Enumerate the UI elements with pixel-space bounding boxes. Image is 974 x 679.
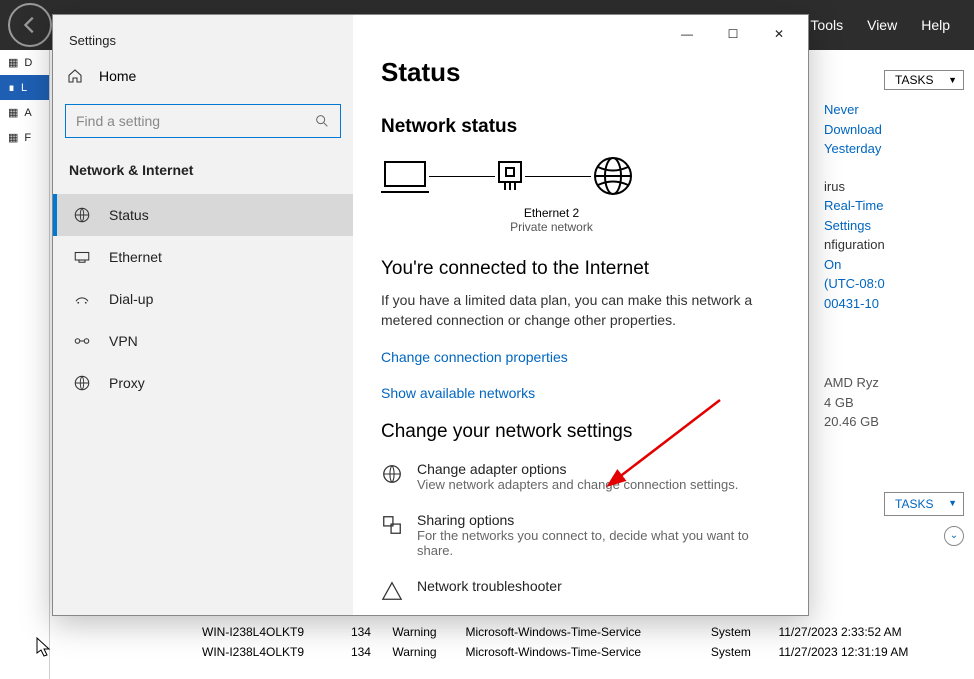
bg-label: nfiguration (824, 235, 964, 255)
nav-proxy[interactable]: Proxy (53, 362, 353, 404)
nav-label: Proxy (109, 375, 145, 391)
section-heading: Network status (381, 116, 778, 138)
option-desc: For the networks you connect to, decide … (417, 528, 778, 558)
nav-ethernet[interactable]: Ethernet (53, 236, 353, 278)
nav-label: Dial-up (109, 291, 153, 307)
bg-link[interactable]: (UTC-08:0 (824, 274, 964, 294)
bg-spec: AMD Ryz (824, 373, 964, 393)
bg-link[interactable]: On (824, 255, 964, 275)
bg-link[interactable]: Never (824, 100, 964, 120)
nav-dialup[interactable]: Dial-up (53, 278, 353, 320)
dialup-icon (73, 290, 91, 308)
back-button[interactable] (8, 3, 52, 47)
bg-label: irus (824, 177, 964, 197)
bg-link[interactable]: Download (824, 120, 964, 140)
event-log: WIN-I238L4OLKT9134WarningMicrosoft-Windo… (200, 621, 964, 671)
settings-nav: Status Ethernet Dial-up VPN Proxy (53, 194, 353, 404)
mouse-cursor (36, 637, 54, 659)
home-icon (67, 68, 83, 84)
computer-icon (381, 158, 429, 194)
status-body: If you have a limited data plan, you can… (381, 290, 778, 331)
bg-links: Never Download Yesterday irus Real-Time … (824, 100, 964, 556)
option-troubleshoot[interactable]: Network troubleshooter (381, 578, 778, 602)
option-desc: View network adapters and change connect… (417, 477, 738, 492)
option-sharing[interactable]: Sharing options For the networks you con… (381, 512, 778, 558)
bg-menu: Tools View Help (810, 17, 974, 33)
category-heading: Network & Internet (53, 162, 353, 194)
bg-right-panel: TASKS Never Download Yesterday irus Real… (824, 70, 964, 659)
status-heading: You're connected to the Internet (381, 258, 778, 280)
nav-status[interactable]: Status (53, 194, 353, 236)
home-link[interactable]: Home (53, 68, 353, 104)
expand-circle[interactable]: ⌄ (944, 526, 964, 546)
search-icon (314, 113, 330, 129)
tasks-dropdown[interactable]: TASKS (884, 492, 964, 516)
page-title: Status (381, 57, 778, 88)
menu-help[interactable]: Help (921, 17, 950, 33)
show-networks-link[interactable]: Show available networks (381, 385, 778, 401)
change-connection-link[interactable]: Change connection properties (381, 349, 778, 365)
adapter-icon (495, 158, 525, 194)
window-title: Settings (69, 33, 116, 48)
tasks-dropdown[interactable]: TASKS (884, 70, 964, 90)
bg-link[interactable]: Yesterday (824, 139, 964, 159)
bg-left-nav: ▦ D ∎ L ▦ A ▦ F (0, 50, 50, 679)
bg-left-item[interactable]: ▦ D (0, 50, 49, 75)
ethernet-icon (73, 248, 91, 266)
option-title: Change adapter options (417, 461, 738, 477)
globe-icon (591, 154, 635, 198)
option-adapter[interactable]: Change adapter options View network adap… (381, 461, 778, 492)
settings-main: Status Network status Ethernet 2 Private… (353, 15, 808, 615)
menu-view[interactable]: View (867, 17, 897, 33)
option-title: Sharing options (417, 512, 778, 528)
bg-spec: 4 GB (824, 393, 964, 413)
proxy-icon (73, 374, 91, 392)
status-icon (73, 206, 91, 224)
nav-label: Status (109, 207, 149, 223)
bg-link[interactable]: Settings (824, 216, 964, 236)
bg-left-item[interactable]: ∎ L (0, 75, 49, 100)
search-input[interactable] (76, 113, 314, 129)
table-row[interactable]: WIN-I238L4OLKT9134WarningMicrosoft-Windo… (202, 643, 962, 661)
bg-link[interactable]: Real-Time (824, 196, 964, 216)
bg-left-item[interactable]: ▦ F (0, 125, 49, 150)
settings-window: — ☐ ✕ Settings Home Network & Internet S… (52, 14, 809, 616)
bg-link[interactable]: 00431-10 (824, 294, 964, 314)
adapter-label: Ethernet 2 Private network (469, 206, 634, 234)
vpn-icon (73, 332, 91, 350)
nav-label: Ethernet (109, 249, 162, 265)
sharing-icon (381, 514, 403, 536)
table-row[interactable]: WIN-I238L4OLKT9134WarningMicrosoft-Windo… (202, 623, 962, 641)
network-diagram (381, 154, 778, 198)
bg-spec: 20.46 GB (824, 412, 964, 432)
bg-left-item[interactable]: ▦ A (0, 100, 49, 125)
warning-icon (381, 580, 403, 602)
settings-sidebar: Settings Home Network & Internet Status … (53, 15, 353, 615)
home-label: Home (99, 68, 136, 84)
globe-icon (381, 463, 403, 485)
option-title: Network troubleshooter (417, 578, 562, 594)
nav-vpn[interactable]: VPN (53, 320, 353, 362)
change-settings-heading: Change your network settings (381, 421, 778, 443)
nav-label: VPN (109, 333, 138, 349)
search-box[interactable] (65, 104, 341, 138)
menu-tools[interactable]: Tools (810, 17, 843, 33)
